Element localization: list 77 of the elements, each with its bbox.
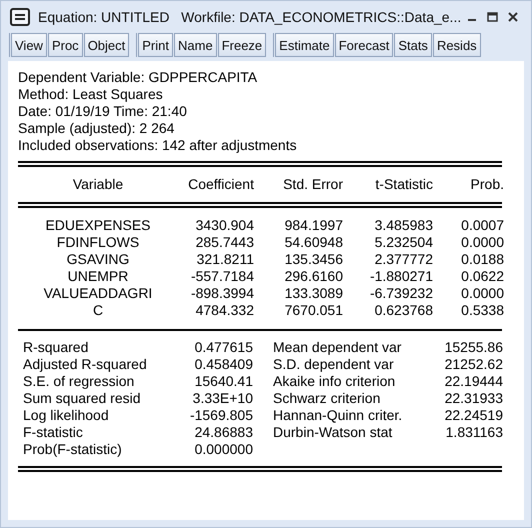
table-cell-text: 135.3456 [284,251,343,268]
table-cell-text: 3.485983 [374,217,433,234]
statistic-label: Durbin-Watson stat [273,424,394,441]
table-cell-text: 7670.051 [284,302,343,319]
table-cell-text: 0.0000 [460,234,504,251]
statistic-label: Log likelihood [23,407,110,424]
statistic-value: -1569.805 [188,407,253,424]
table-cell-text: 3430.904 [194,217,254,234]
statistic-label: Schwarz criterion [273,390,382,407]
statistic-label: Adjusted R-squared [23,356,148,373]
table-cell-text: -6.739232 [368,285,433,302]
table-cell-text: 54.60948 [284,234,343,251]
header-line: Date: 01/19/19 Time: 21:40 [18,103,188,120]
statistic-label: R-squared [23,339,90,356]
table-cell-text: 296.6160 [284,268,343,285]
table-cell-text: -1.880271 [368,268,433,285]
table-cell-text: 0.0188 [460,251,504,268]
table-cell-text: 5.232504 [374,234,433,251]
table-cell-text: 133.3089 [284,285,343,302]
statistic-label: Sum squared resid [23,390,142,407]
column-header: Coefficient [187,176,254,193]
toolbar-button[interactable]: Proc [48,33,83,57]
statistic-label: Hannan-Quinn criter. [273,407,404,424]
statistic-value: 15640.41 [194,373,253,390]
toolbar-button[interactable]: Name [174,33,217,57]
table-cell-text: VALUEADDAGRI [42,285,154,302]
table-cell-text: -557.7184 [190,268,254,285]
column-header: t-Statistic [374,176,433,193]
statistic-value: 3.33E+10 [192,390,253,407]
statistic-value: 22.24519 [444,407,503,424]
table-cell-text: GSAVING [66,251,130,268]
statistic-label: Prob(F-statistic) [23,441,123,458]
table-cell-text: C [92,302,104,319]
statistic-label: S.D. dependent var [273,356,395,373]
header-line: Method: Least Squares [18,86,164,103]
column-header: Std. Error [282,176,343,193]
toolbar-button[interactable]: View [11,33,47,57]
statistic-label: F-statistic [23,424,84,441]
column-header: Prob. [470,176,504,193]
statistic-value: 0.000000 [194,441,253,458]
table-cell-text: EDUEXPENSES [44,217,152,234]
toolbar-button[interactable]: Forecast [334,33,394,57]
table-cell-text: 0.623768 [374,302,433,319]
statistic-value: 0.458409 [194,356,253,373]
table-cell-text: 2.377772 [374,251,433,268]
statistic-value: 24.86883 [194,424,253,441]
table-cell-text: 321.8211 [196,251,254,268]
toolbar-button[interactable]: Print [138,33,173,57]
table-cell-text: 0.0622 [460,268,504,285]
statistic-label: Mean dependent var [273,339,402,356]
statistic-value: 21252.62 [444,356,503,373]
statistic-label: Akaike info criterion [273,373,396,390]
toolbar-button[interactable]: Object [84,33,130,57]
header-line: Dependent Variable: GDPPERCAPITA [18,69,258,86]
statistic-value: 15255.86 [444,339,503,356]
statistic-value: 0.477615 [194,339,253,356]
toolbar-button[interactable]: Stats [394,33,432,57]
toolbar-button[interactable]: Estimate [275,33,334,57]
table-cell-text: 0.5338 [460,302,504,319]
toolbar-button[interactable]: Freeze [218,33,266,57]
statistic-value: 22.31933 [444,390,503,407]
table-cell-text: -898.3994 [190,285,254,302]
statistic-label: S.E. of regression [23,373,136,390]
table-cell-text: UNEMPR [66,268,130,285]
header-line: Sample (adjusted): 2 264 [18,120,176,137]
column-header: Variable [72,176,124,193]
window-title: Equation: UNTITLED Workfile: DATA_ECONOMETRICS::Data_e... [38,9,459,25]
table-cell-text: 0.0007 [460,217,504,234]
table-cell-text: FDINFLOWS [56,234,140,251]
statistic-value: 22.19444 [444,373,503,390]
table-cell-text: 285.7443 [194,234,254,251]
table-cell-text: 984.1997 [284,217,343,234]
table-cell-text: 4784.332 [194,302,254,319]
toolbar-button[interactable]: Resids [432,33,481,57]
table-cell-text: 0.0000 [460,285,504,302]
statistic-value: 1.831163 [444,424,503,441]
header-line: Included observations: 142 after adjustments [18,137,298,154]
